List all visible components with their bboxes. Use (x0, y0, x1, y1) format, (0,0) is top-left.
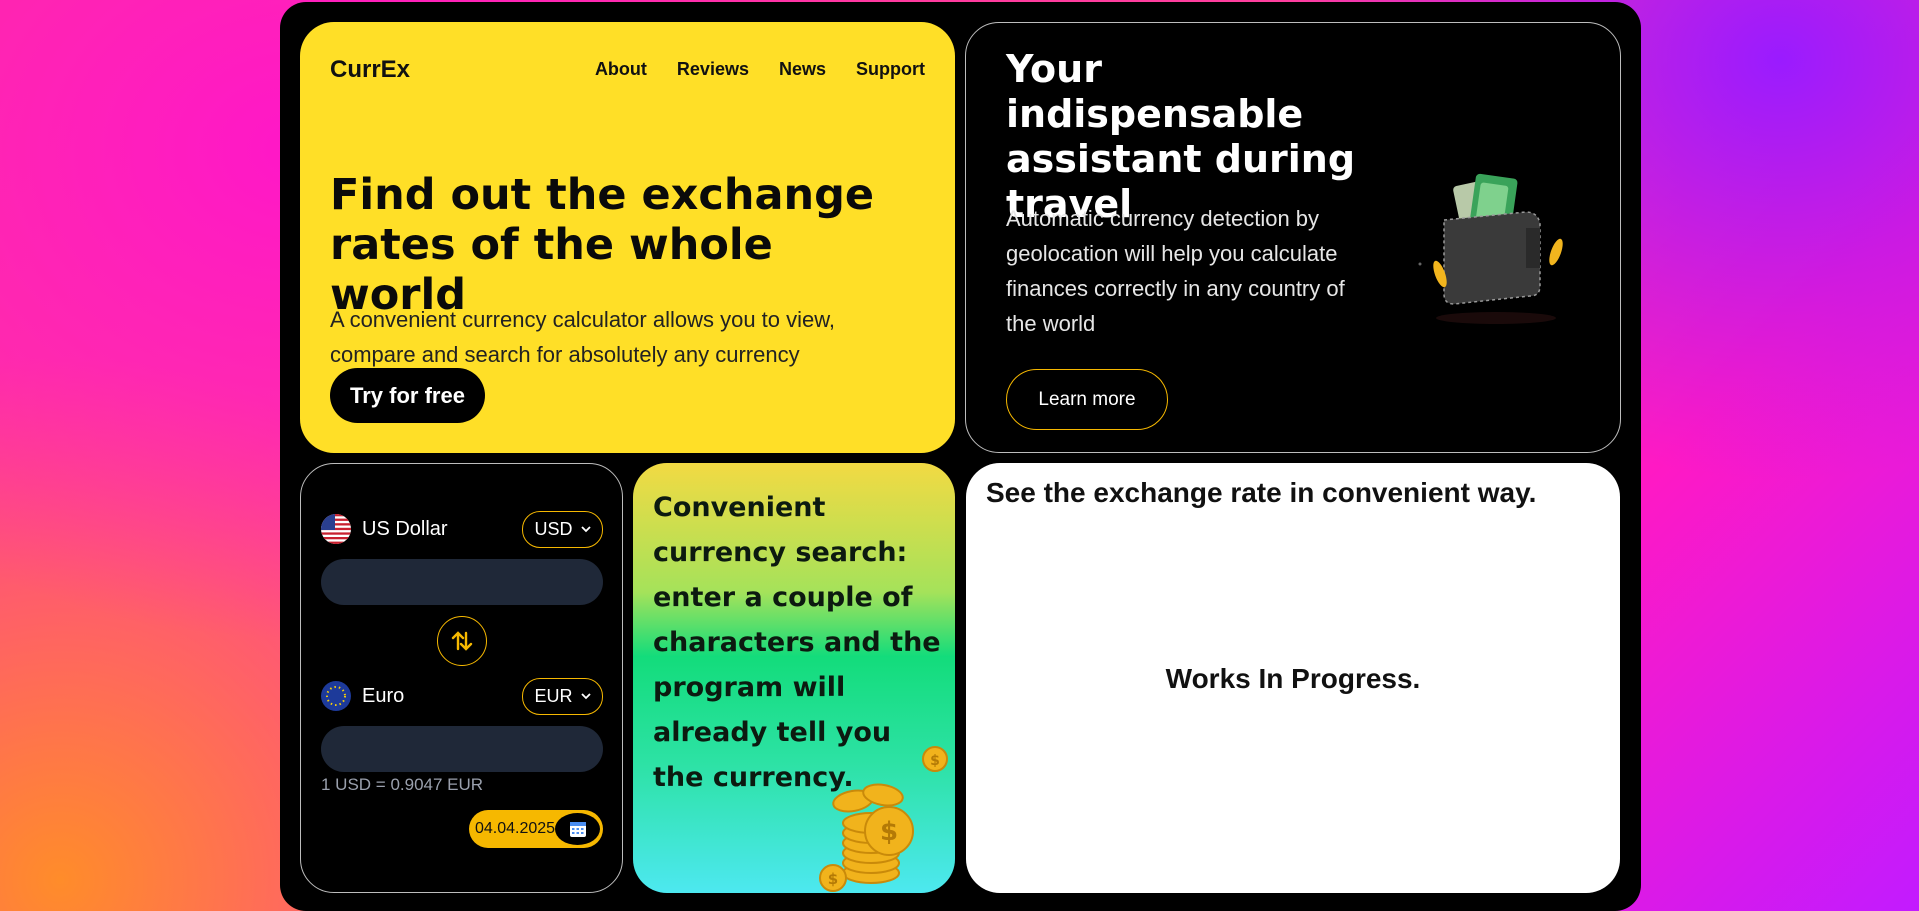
calendar-button[interactable] (555, 813, 600, 845)
svg-text:$: $ (828, 870, 838, 888)
svg-text:$: $ (880, 817, 898, 847)
hero-subtitle: A convenient currency calculator allows … (330, 307, 836, 367)
from-currency-code: USD (534, 518, 573, 539)
converter-card: US Dollar USD Euro EUR 1 USD = 0.9047 EU… (300, 463, 623, 893)
exchange-rate-text: 1 USD = 0.9047 EUR (321, 775, 484, 794)
nav-support[interactable]: Support (856, 59, 925, 80)
app-logo[interactable]: CurrEx (330, 56, 410, 84)
travel-title: Your indispensable assistant during trav… (1006, 47, 1356, 226)
to-amount-input[interactable] (321, 726, 603, 772)
svg-text:$: $ (930, 753, 940, 769)
hero-title: Find out the exchange rates of the whole… (330, 170, 875, 320)
travel-text: Automatic currency detection by geolocat… (1006, 206, 1345, 336)
to-currency-row: Euro EUR (321, 677, 603, 715)
date-picker[interactable]: 04.04.2025 (469, 810, 603, 848)
learn-more-button[interactable]: Learn more (1006, 369, 1168, 430)
nav-news[interactable]: News (779, 59, 826, 80)
exchange-card: See the exchange rate in convenient way.… (966, 463, 1620, 893)
swap-button[interactable] (437, 616, 487, 666)
from-currency-row: US Dollar USD (321, 510, 603, 548)
from-currency-name: US Dollar (362, 517, 448, 540)
nav-reviews[interactable]: Reviews (677, 59, 749, 80)
travel-card: Your indispensable assistant during trav… (965, 22, 1621, 453)
eu-flag-icon (321, 681, 351, 711)
search-card: Convenient currency search: enter a coup… (633, 463, 955, 893)
exchange-title: See the exchange rate in convenient way. (986, 477, 1537, 508)
calendar-icon (569, 822, 586, 837)
us-flag-icon (321, 514, 351, 544)
swap-arrows-icon (451, 631, 473, 651)
to-currency-code: EUR (534, 685, 573, 706)
chevron-down-icon (580, 692, 591, 699)
hero-card: CurrEx About Reviews News Support Find o… (300, 22, 955, 453)
try-for-free-button[interactable]: Try for free (330, 368, 485, 423)
work-in-progress-text: Works In Progress. (1165, 663, 1421, 694)
from-amount-input[interactable] (321, 559, 603, 605)
main-nav: About Reviews News Support (595, 59, 925, 80)
chevron-down-icon (580, 525, 591, 532)
to-currency-select[interactable]: EUR (522, 677, 603, 715)
date-value: 04.04.2025 (475, 820, 556, 837)
from-currency-select[interactable]: USD (522, 510, 603, 548)
nav-about[interactable]: About (595, 59, 647, 80)
wallet-illustration (1418, 173, 1563, 324)
coins-illustration: $ $ $ (819, 746, 948, 892)
to-currency-name: Euro (362, 684, 405, 707)
